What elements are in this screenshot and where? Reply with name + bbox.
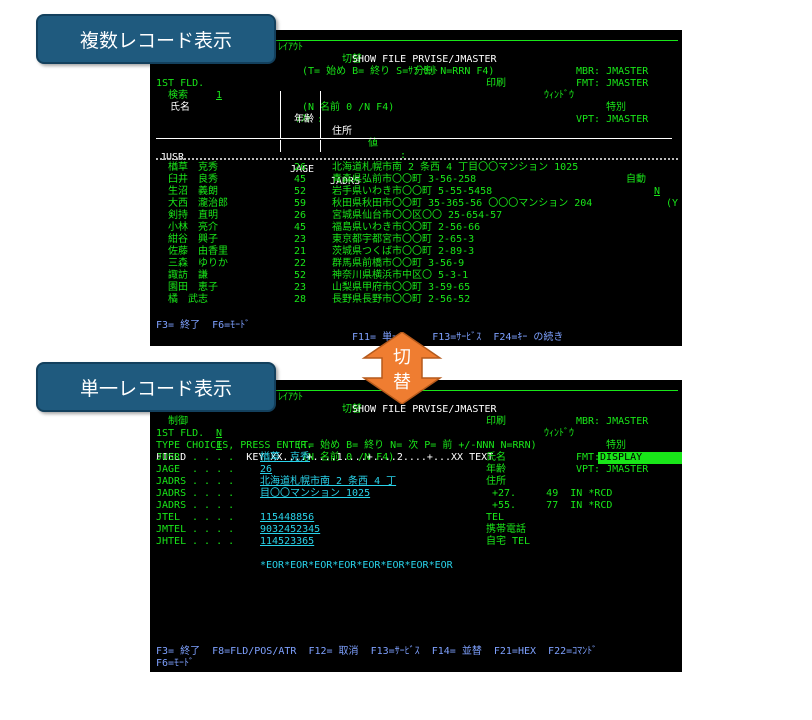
column-name-header: 氏名 [170,102,190,113]
field-row[interactable]: JUSR. . . . 楢草 克秀 氏名 [156,452,678,464]
table-row[interactable]: 諏訪 謙 52 神奈川県横浜市中区〇 5-3-1 [156,270,678,282]
table-row[interactable]: 佐藤 由香里 21 茨城県つくば市〇〇町 2-89-3 [156,246,678,258]
field-value[interactable]: 9032452345 [260,524,320,536]
table-row[interactable]: 三森 ゆりか 22 群馬県前橋市〇〇町 3-56-9 [156,258,678,270]
field-row[interactable]: JTEL. . . . 115448856 TEL [156,512,678,524]
field-row[interactable]: JADRS. . . . 目〇〇マンション 1025 +27. 49 IN *RCD [156,488,678,500]
field-row[interactable]: JHTEL. . . . 114523365 自宅 TEL [156,536,678,548]
field-row[interactable]: JMTEL. . . . 9032452345 携帯電話 [156,524,678,536]
table-row[interactable]: 剣持 直明 26 宮城県仙台市〇〇区〇〇 25-654-57 [156,210,678,222]
field-value[interactable]: 楢草 克秀 [260,452,310,464]
table-row[interactable]: 臼井 良秀 45 青森県弘前市〇〇町 3-56-258 [156,174,678,186]
end-of-record-marker: *EOR*EOR*EOR*EOR*EOR*EOR*EOR*EOR [260,560,453,571]
field-value[interactable]: 北海道札幌市南 2 条西 4 丁 [260,476,396,488]
table-row[interactable]: 園田 恵子 23 山梨県甲府市〇〇町 3-59-65 [156,282,678,294]
table-row[interactable]: 小林 亮介 45 福島県いわき市〇〇町 2-56-66 [156,222,678,234]
single-record-terminal: ﾚｲｱｳﾄ 切替 印刷 ｳｨﾝﾄﾞｳ 特別 SHOW FILE PRVISE/J… [150,380,682,672]
multi-record-label: 複数レコード表示 [36,14,276,64]
multi-record-terminal: ﾚｲｱｳﾄ 切替 ｻﾌﾞｾｯﾄ 印刷 ｳｨﾝﾄﾞｳ 特別 SHOW FILE P… [150,30,682,346]
field-row[interactable]: JADRS. . . . 北海道札幌市南 2 条西 4 丁住所 [156,476,678,488]
table-row[interactable]: 生沼 義朗 52 岩手県いわき市〇〇町 5-55-5458 [156,186,678,198]
menu-special[interactable]: 特別 [606,102,626,114]
function-keys-line2[interactable]: F6=ﾓｰﾄﾞ [156,658,194,670]
name-hint: (N 名前 0 /N F4) [302,102,395,113]
field-value[interactable]: 26 [260,464,272,476]
table-row[interactable]: 紺谷 興子 23 東京都宇都宮市〇〇町 2-65-3 [156,234,678,246]
switch-label-bottom: 替 [393,372,411,393]
table-row[interactable]: 橘 武志 28 長野県長野市〇〇町 2-56-52 [156,294,678,306]
column-address-header: 住所 [332,126,352,137]
switch-label-top: 切 [393,347,411,368]
column-age-header: 年齢 [294,114,314,125]
field-row[interactable]: JADRS. . . . +55. 77 IN *RCD [156,500,678,512]
field-value[interactable]: 115448856 [260,512,314,524]
switch-arrow-icon: 切 替 [361,332,443,404]
field-value[interactable]: 目〇〇マンション 1025 [260,488,370,500]
function-keys-left[interactable]: F3= 終了 F6=ﾓｰﾄﾞ [156,320,250,332]
single-record-label: 単一レコード表示 [36,362,276,412]
table-row[interactable]: 大西 瀧治郎 59 秋田県秋田市〇〇町 35-365-56 〇〇〇マンション 204 [156,198,678,210]
field-value[interactable]: 114523365 [260,536,314,548]
field-row[interactable]: JAGE. . . . 26 年齢 [156,464,678,476]
view-label: VPT: JMASTER [576,114,649,125]
table-row[interactable]: 楢草 克秀 26 北海道札幌市南 2 条西 4 丁目〇〇マンション 1025 [156,162,678,174]
